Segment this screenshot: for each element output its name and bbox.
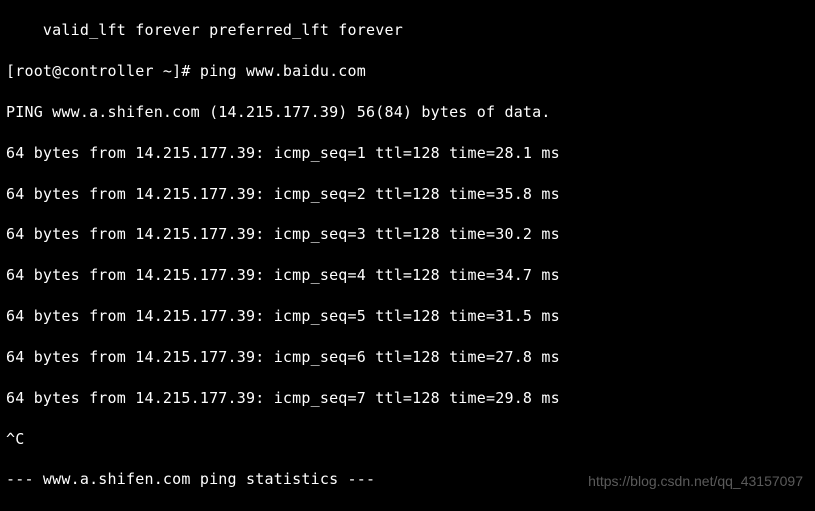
prompt-line: [root@controller ~]# ping www.baidu.com bbox=[6, 61, 809, 81]
output-line: 64 bytes from 14.215.177.39: icmp_seq=5 … bbox=[6, 306, 809, 326]
output-line: 64 bytes from 14.215.177.39: icmp_seq=2 … bbox=[6, 184, 809, 204]
output-line: 64 bytes from 14.215.177.39: icmp_seq=3 … bbox=[6, 224, 809, 244]
output-line: 64 bytes from 14.215.177.39: icmp_seq=1 … bbox=[6, 143, 809, 163]
output-line: 64 bytes from 14.215.177.39: icmp_seq=4 … bbox=[6, 265, 809, 285]
output-line: valid_lft forever preferred_lft forever bbox=[6, 20, 809, 40]
output-line: --- www.a.shifen.com ping statistics --- bbox=[6, 469, 809, 489]
output-line: ^C bbox=[6, 429, 809, 449]
output-line: 64 bytes from 14.215.177.39: icmp_seq=7 … bbox=[6, 388, 809, 408]
output-line: 64 bytes from 14.215.177.39: icmp_seq=6 … bbox=[6, 347, 809, 367]
terminal-window[interactable]: valid_lft forever preferred_lft forever … bbox=[0, 0, 815, 511]
output-line: PING www.a.shifen.com (14.215.177.39) 56… bbox=[6, 102, 809, 122]
